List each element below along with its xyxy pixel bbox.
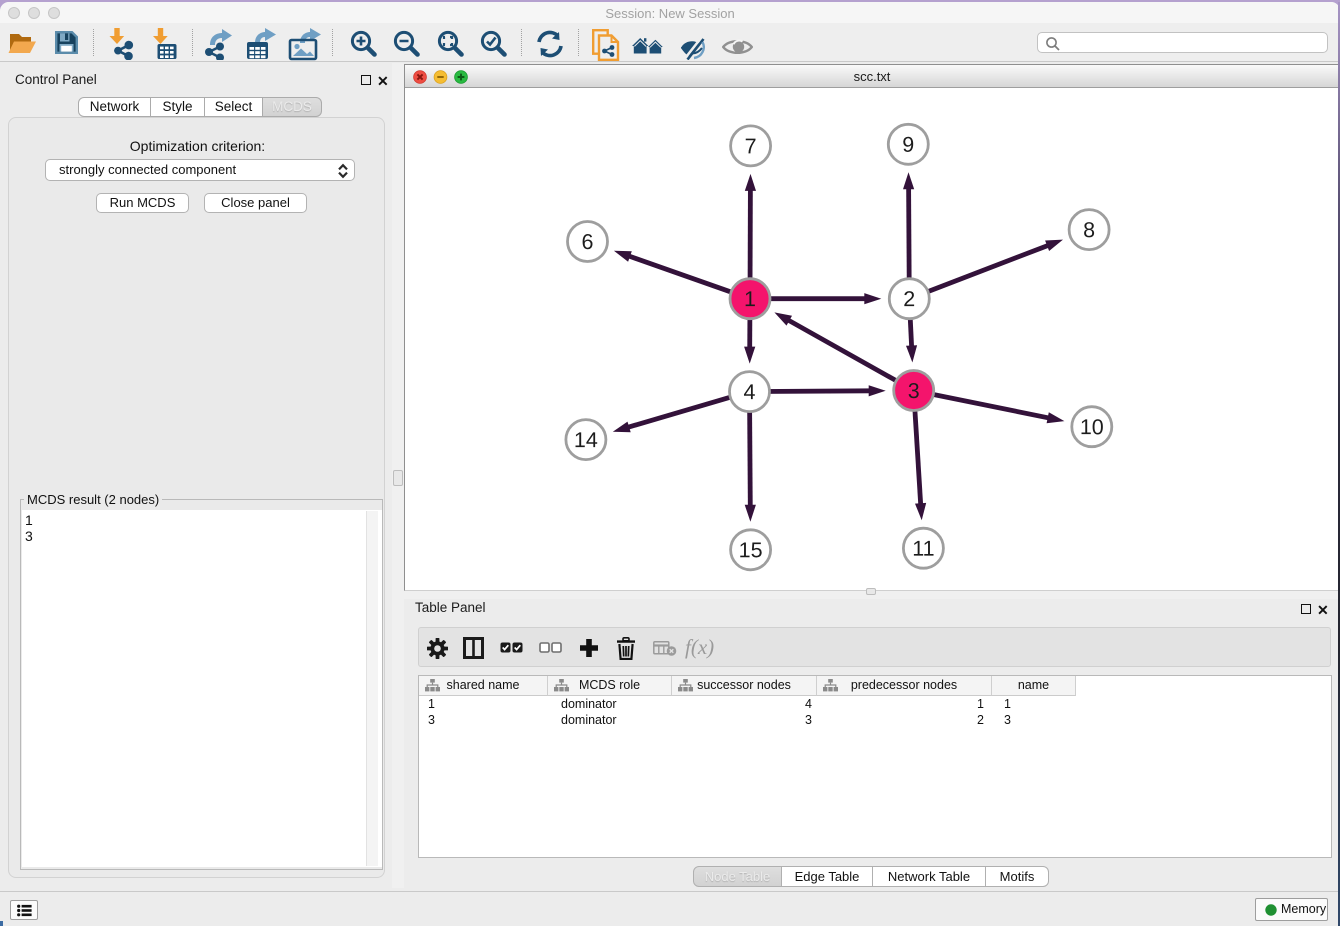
svg-text:1: 1 — [744, 287, 756, 311]
svg-text:3: 3 — [908, 379, 920, 403]
svg-text:11: 11 — [912, 537, 934, 561]
svg-text:4: 4 — [744, 380, 756, 404]
svg-text:10: 10 — [1080, 415, 1104, 439]
svg-text:8: 8 — [1083, 218, 1095, 242]
svg-text:7: 7 — [745, 134, 757, 158]
svg-text:9: 9 — [902, 133, 914, 157]
svg-text:15: 15 — [739, 538, 763, 562]
svg-text:2: 2 — [903, 287, 915, 311]
svg-text:14: 14 — [574, 428, 598, 452]
svg-text:6: 6 — [582, 230, 594, 254]
